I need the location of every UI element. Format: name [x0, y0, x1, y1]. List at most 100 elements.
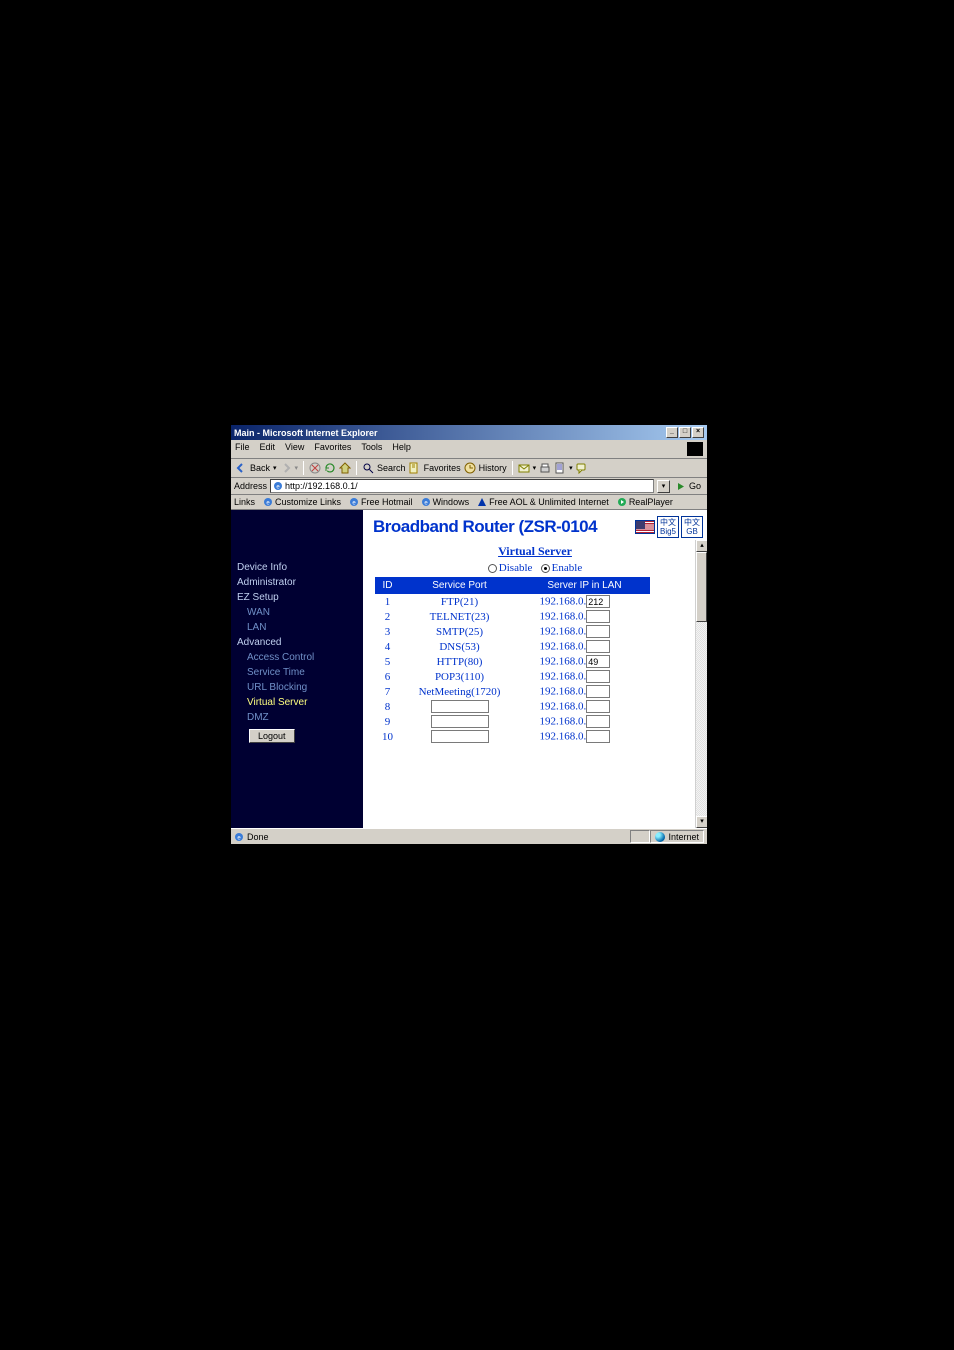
menu-help[interactable]: Help — [392, 442, 411, 456]
edit-icon[interactable] — [554, 462, 566, 474]
port-input[interactable] — [431, 700, 489, 713]
sidebar-item-advanced[interactable]: Advanced — [231, 635, 363, 650]
ip-last-octet-input[interactable] — [586, 730, 610, 743]
search-icon[interactable] — [362, 462, 374, 474]
lang-gb[interactable]: 中文GB — [681, 516, 703, 538]
links-label: Links — [234, 497, 255, 507]
discuss-icon[interactable] — [576, 462, 588, 474]
menu-view[interactable]: View — [285, 442, 304, 456]
back-button[interactable]: Back — [250, 463, 270, 473]
ip-last-octet-input[interactable] — [586, 610, 610, 623]
ip-last-octet-input[interactable] — [586, 640, 610, 653]
back-dropdown[interactable]: ▾ — [273, 464, 277, 472]
ip-last-octet-input[interactable] — [586, 685, 610, 698]
sidebar-item-dmz[interactable]: DMZ — [231, 710, 363, 725]
flag-icon — [635, 520, 655, 534]
page-icon: e — [349, 497, 359, 507]
cell-id: 4 — [376, 639, 400, 654]
lang-big5[interactable]: 中文Big5 — [657, 516, 679, 538]
links-bar: Links eCustomize Links eFree Hotmail eWi… — [231, 495, 707, 510]
link-customize[interactable]: eCustomize Links — [263, 497, 341, 507]
history-button[interactable]: History — [479, 463, 507, 473]
cell-ip: 192.168.0. — [520, 714, 650, 729]
sidebar-item-wan[interactable]: WAN — [231, 605, 363, 620]
cell-ip: 192.168.0. — [520, 684, 650, 699]
favorites-icon[interactable] — [409, 462, 421, 474]
logout-button[interactable]: Logout — [249, 729, 295, 743]
link-realplayer[interactable]: RealPlayer — [617, 497, 673, 507]
radio-disable[interactable] — [488, 564, 497, 573]
forward-icon[interactable] — [280, 462, 292, 474]
sidebar-item-ez-setup[interactable]: EZ Setup — [231, 590, 363, 605]
ip-last-octet-input[interactable] — [586, 595, 610, 608]
scrollbar[interactable]: ▴ ▾ — [695, 540, 707, 828]
ip-last-octet-input[interactable] — [586, 715, 610, 728]
sidebar-item-access-control[interactable]: Access Control — [231, 650, 363, 665]
cell-port — [400, 729, 520, 744]
cell-port: NetMeeting(1720) — [400, 684, 520, 699]
sidebar-item-administrator[interactable]: Administrator — [231, 575, 363, 590]
link-aol[interactable]: Free AOL & Unlimited Internet — [477, 497, 609, 507]
minimize-button[interactable]: _ — [666, 427, 678, 438]
cell-id: 6 — [376, 669, 400, 684]
forward-dropdown[interactable]: ▾ — [295, 464, 299, 472]
menu-file[interactable]: File — [235, 442, 250, 456]
link-windows[interactable]: eWindows — [421, 497, 470, 507]
ip-last-octet-input[interactable] — [586, 700, 610, 713]
ip-last-octet-input[interactable] — [586, 625, 610, 638]
virtual-server-table: ID Service Port Server IP in LAN 1FTP(21… — [375, 577, 650, 744]
sidebar-item-lan[interactable]: LAN — [231, 620, 363, 635]
th-id: ID — [376, 578, 400, 594]
go-button[interactable]: Go — [673, 481, 704, 492]
port-input[interactable] — [431, 715, 489, 728]
menu-favorites[interactable]: Favorites — [314, 442, 351, 456]
edit-dropdown[interactable]: ▾ — [569, 464, 573, 472]
go-icon — [676, 481, 687, 492]
refresh-icon[interactable] — [324, 462, 336, 474]
browser-window: Main - Microsoft Internet Explorer _ □ ×… — [230, 424, 708, 845]
page-icon: e — [421, 497, 431, 507]
search-button[interactable]: Search — [377, 463, 406, 473]
mail-dropdown[interactable]: ▾ — [533, 464, 537, 472]
stop-icon[interactable] — [309, 462, 321, 474]
scroll-track[interactable] — [696, 552, 707, 816]
brand-title: Broadband Router (ZSR-0104 — [373, 517, 633, 537]
cell-id: 2 — [376, 609, 400, 624]
scroll-down-button[interactable]: ▾ — [696, 816, 707, 828]
content-area: Device Info Administrator EZ Setup WAN L… — [231, 510, 707, 828]
link-hotmail[interactable]: eFree Hotmail — [349, 497, 413, 507]
page-header: Broadband Router (ZSR-0104 中文Big5 中文GB — [363, 510, 707, 542]
ie-logo-icon — [687, 442, 703, 456]
port-input[interactable] — [431, 730, 489, 743]
address-dropdown[interactable]: ▾ — [657, 480, 670, 493]
ip-last-octet-input[interactable] — [586, 670, 610, 683]
ip-last-octet-input[interactable] — [586, 655, 610, 668]
status-zone: Internet — [650, 830, 704, 843]
history-icon[interactable] — [464, 462, 476, 474]
close-button[interactable]: × — [692, 427, 704, 438]
favorites-button[interactable]: Favorites — [424, 463, 461, 473]
maximize-button[interactable]: □ — [679, 427, 691, 438]
enable-radio-row: Disable Enable — [363, 562, 707, 574]
home-icon[interactable] — [339, 462, 351, 474]
ip-prefix: 192.168.0. — [540, 596, 587, 608]
sidebar-item-device-info[interactable]: Device Info — [231, 560, 363, 575]
print-icon[interactable] — [539, 462, 551, 474]
ip-prefix: 192.168.0. — [540, 641, 587, 653]
sidebar-item-virtual-server[interactable]: Virtual Server — [231, 695, 363, 710]
scroll-thumb[interactable] — [696, 552, 707, 622]
menu-edit[interactable]: Edit — [260, 442, 276, 456]
menu-tools[interactable]: Tools — [361, 442, 382, 456]
back-icon[interactable] — [235, 462, 247, 474]
cell-ip: 192.168.0. — [520, 609, 650, 624]
mail-icon[interactable] — [518, 462, 530, 474]
sidebar-item-service-time[interactable]: Service Time — [231, 665, 363, 680]
address-input[interactable]: e http://192.168.0.1/ — [270, 479, 654, 493]
sidebar-item-url-blocking[interactable]: URL Blocking — [231, 680, 363, 695]
cell-port — [400, 714, 520, 729]
cell-id: 10 — [376, 729, 400, 744]
scroll-up-button[interactable]: ▴ — [696, 540, 707, 552]
cell-id: 5 — [376, 654, 400, 669]
table-row: 9192.168.0. — [376, 714, 650, 729]
radio-enable[interactable] — [541, 564, 550, 573]
